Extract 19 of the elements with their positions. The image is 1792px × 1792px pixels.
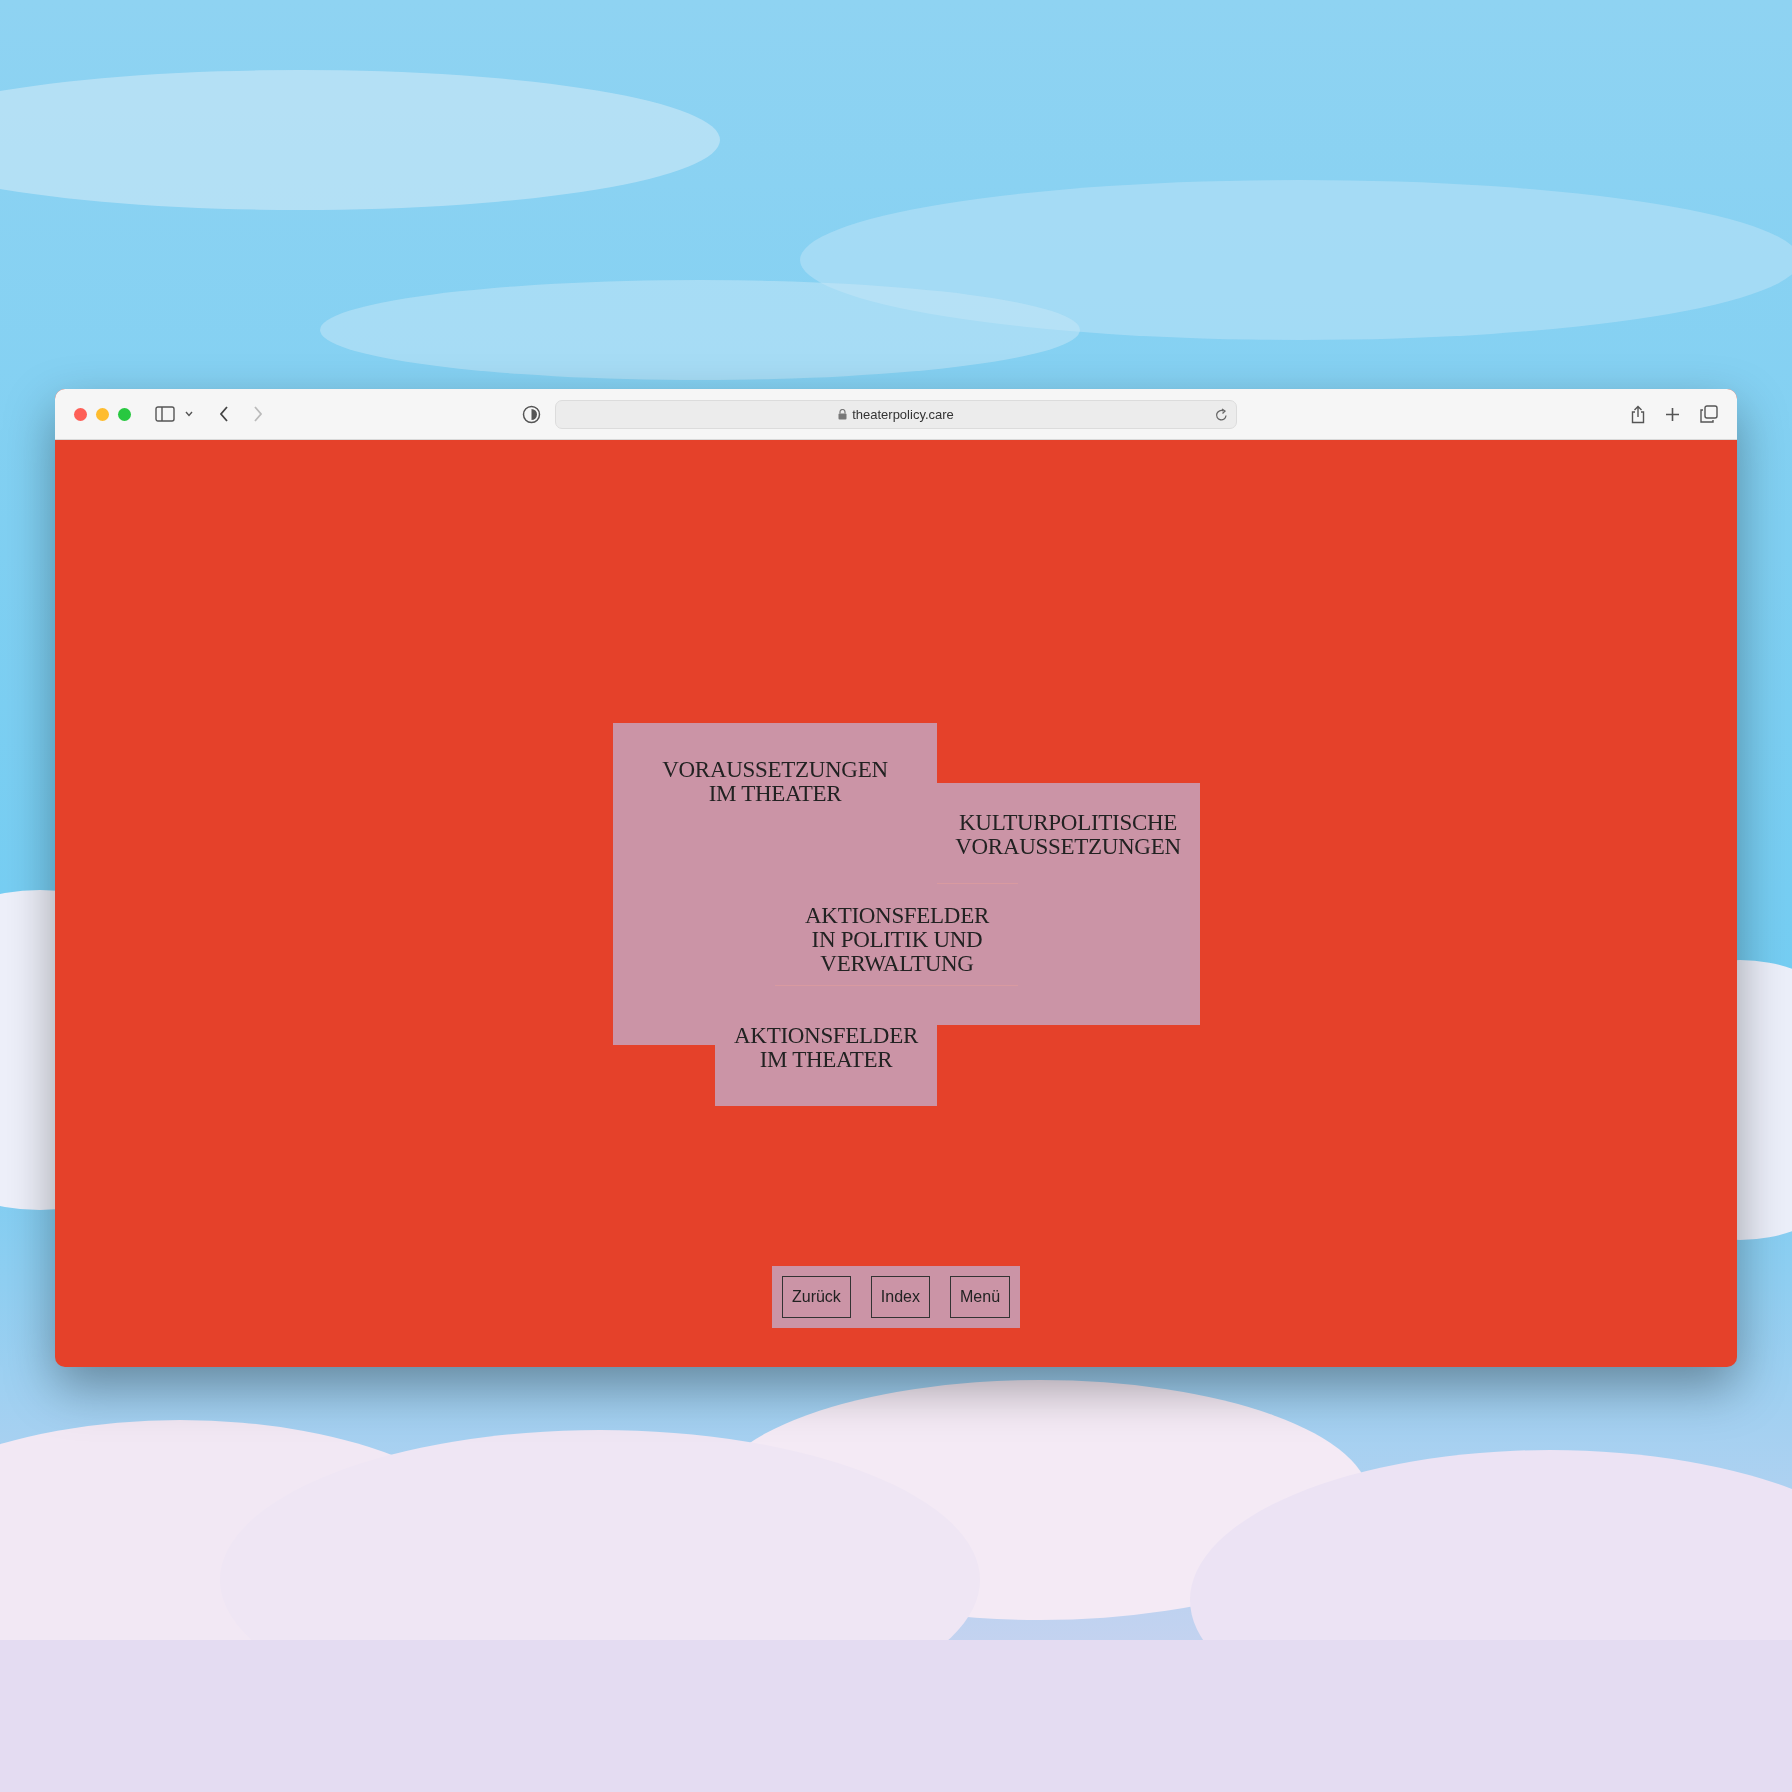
menu-link[interactable]: KULTURPOLITISCHE VORAUSSETZUNGEN	[955, 811, 1181, 859]
menu-link[interactable]: AKTIONSFELDER IM THEATER	[734, 1024, 918, 1072]
back-icon[interactable]	[219, 406, 229, 422]
privacy-icon[interactable]	[522, 405, 541, 424]
new-tab-icon[interactable]	[1665, 406, 1680, 422]
address-bar[interactable]: theaterpolicy.care	[555, 400, 1237, 429]
menu-link[interactable]: AKTIONSFELDER IN POLITIK UND VERWALTUNG	[805, 904, 989, 976]
nav-button[interactable]: Menü	[950, 1276, 1011, 1318]
share-icon[interactable]	[1631, 404, 1645, 424]
menu-link[interactable]: VORAUSSETZUNGEN IM THEATER	[662, 758, 888, 806]
lock-icon	[838, 409, 848, 420]
tabs-overview-icon[interactable]	[1700, 405, 1718, 423]
nav-button[interactable]: Index	[870, 1276, 930, 1318]
sidebar-icon[interactable]	[155, 406, 175, 422]
chevron-down-icon[interactable]	[185, 411, 193, 417]
url-text: theaterpolicy.care	[852, 405, 954, 424]
reload-icon[interactable]	[1215, 408, 1228, 422]
close-window-button[interactable]	[74, 407, 87, 421]
nav-button[interactable]: Zurück	[781, 1276, 851, 1318]
